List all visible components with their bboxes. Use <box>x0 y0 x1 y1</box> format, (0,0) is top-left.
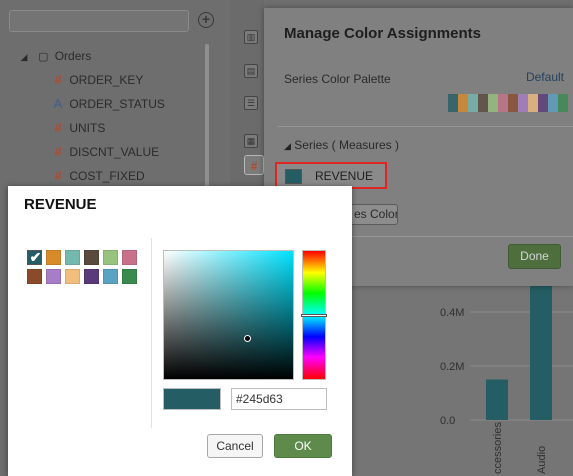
search-input[interactable] <box>9 10 189 32</box>
swatch-7[interactable] <box>46 269 61 284</box>
swatch-8[interactable] <box>65 269 80 284</box>
tree-item-label: ORDER_STATUS <box>69 97 165 111</box>
palette-color-11 <box>558 94 568 112</box>
series-heading-label: Series ( Measures ) <box>294 138 399 152</box>
swatch-10[interactable] <box>103 269 118 284</box>
swatch-6[interactable] <box>27 269 42 284</box>
tree-item-label: ORDER_KEY <box>69 73 144 87</box>
palette-color-1 <box>458 94 468 112</box>
series-name: REVENUE <box>315 169 374 183</box>
scrollbar-thumb[interactable] <box>205 44 209 194</box>
tree-item-label: Orders <box>54 49 92 63</box>
tree-item-cost-fixed[interactable]: # COST_FIXED <box>50 166 145 186</box>
swatch-4[interactable] <box>103 250 118 265</box>
saturation-value-picker[interactable] <box>163 250 294 380</box>
y-tick-label: 0.2M <box>440 361 464 373</box>
divider <box>151 238 152 428</box>
bar-0[interactable] <box>486 379 508 421</box>
palette-color-4 <box>488 94 498 112</box>
hue-slider[interactable] <box>301 250 327 380</box>
divider <box>278 126 573 127</box>
filter-icon[interactable]: ▤ <box>244 64 258 78</box>
hex-color-input[interactable] <box>231 388 327 410</box>
palette-dropdown[interactable]: Default <box>526 70 564 84</box>
x-category-label: ccessories <box>492 422 504 474</box>
series-section-header[interactable]: ◢ Series ( Measures ) <box>284 138 399 152</box>
palette-color-5 <box>498 94 508 112</box>
caret-down-icon[interactable]: ◢ <box>284 141 291 151</box>
swatch-11[interactable] <box>122 269 137 284</box>
tree-item-label: DISCNT_VALUE <box>69 145 160 159</box>
grid-icon[interactable]: ▦ <box>244 134 258 148</box>
palette-color-8 <box>528 94 538 112</box>
divider <box>350 236 573 237</box>
palette-color-9 <box>538 94 548 112</box>
palette-color-2 <box>468 94 478 112</box>
color-cursor[interactable] <box>244 335 251 342</box>
dialog-title: Manage Color Assignments <box>284 25 481 42</box>
swatch-2[interactable] <box>65 250 80 265</box>
caret-down-icon[interactable]: ◢ <box>16 47 32 67</box>
palette-preview[interactable] <box>448 94 568 112</box>
color-preview <box>163 388 221 410</box>
measure-icon: # <box>54 168 62 183</box>
y-tick-label: 0.4M <box>440 307 464 319</box>
measure-icon: # <box>54 120 62 135</box>
checkmark-icon: ✔ <box>29 249 42 265</box>
bar-1[interactable] <box>530 286 552 420</box>
tree-item-units[interactable]: # UNITS <box>50 118 105 138</box>
series-color-swatch[interactable] <box>285 169 302 184</box>
reset-series-colors-button[interactable]: es Colors <box>350 204 398 225</box>
measure-chip[interactable]: # <box>244 155 264 175</box>
tree-item-label: UNITS <box>69 121 106 135</box>
palette-color-6 <box>508 94 518 112</box>
swatch-5[interactable] <box>122 250 137 265</box>
tree-item-order-key[interactable]: # ORDER_KEY <box>50 70 143 90</box>
swatch-3[interactable] <box>84 250 99 265</box>
tree-item-order-status[interactable]: A ORDER_STATUS <box>50 94 165 114</box>
ok-button[interactable]: OK <box>274 434 332 458</box>
tree-item-discnt-value[interactable]: # DISCNT_VALUE <box>50 142 159 162</box>
color-picker-dialog: REVENUE ✔ Cancel OK <box>8 186 352 476</box>
x-category-label: Audio <box>536 446 548 474</box>
swatch-0[interactable]: ✔ <box>27 249 42 265</box>
visualization-icon[interactable]: ▥ <box>244 30 258 44</box>
swatch-1[interactable] <box>46 250 61 265</box>
list-icon[interactable]: ☰ <box>244 96 258 110</box>
tree-item-orders[interactable]: ◢ ▢ Orders <box>16 46 92 67</box>
palette-color-3 <box>478 94 488 112</box>
picker-title: REVENUE <box>24 196 97 213</box>
chart-canvas: 0.4M 0.2M 0.0 ccessories Audio <box>352 286 573 476</box>
add-icon[interactable]: + <box>198 12 214 28</box>
bar-chart: 0.4M 0.2M 0.0 ccessories Audio <box>440 286 573 474</box>
tree-item-label: COST_FIXED <box>69 169 145 183</box>
palette-color-7 <box>518 94 528 112</box>
measure-icon: # <box>54 72 62 87</box>
palette-color-0 <box>448 94 458 112</box>
swatch-9[interactable] <box>84 269 99 284</box>
table-icon: ▢ <box>38 51 49 63</box>
palette-color-10 <box>548 94 558 112</box>
series-palette-label: Series Color Palette <box>284 72 391 86</box>
series-item-revenue[interactable]: REVENUE <box>275 162 387 189</box>
measure-icon: # <box>54 144 62 159</box>
attribute-icon: A <box>53 96 63 111</box>
hue-slider-handle[interactable] <box>301 314 327 317</box>
done-button[interactable]: Done <box>508 244 561 269</box>
cancel-button[interactable]: Cancel <box>207 434 263 458</box>
y-tick-label: 0.0 <box>440 415 455 427</box>
